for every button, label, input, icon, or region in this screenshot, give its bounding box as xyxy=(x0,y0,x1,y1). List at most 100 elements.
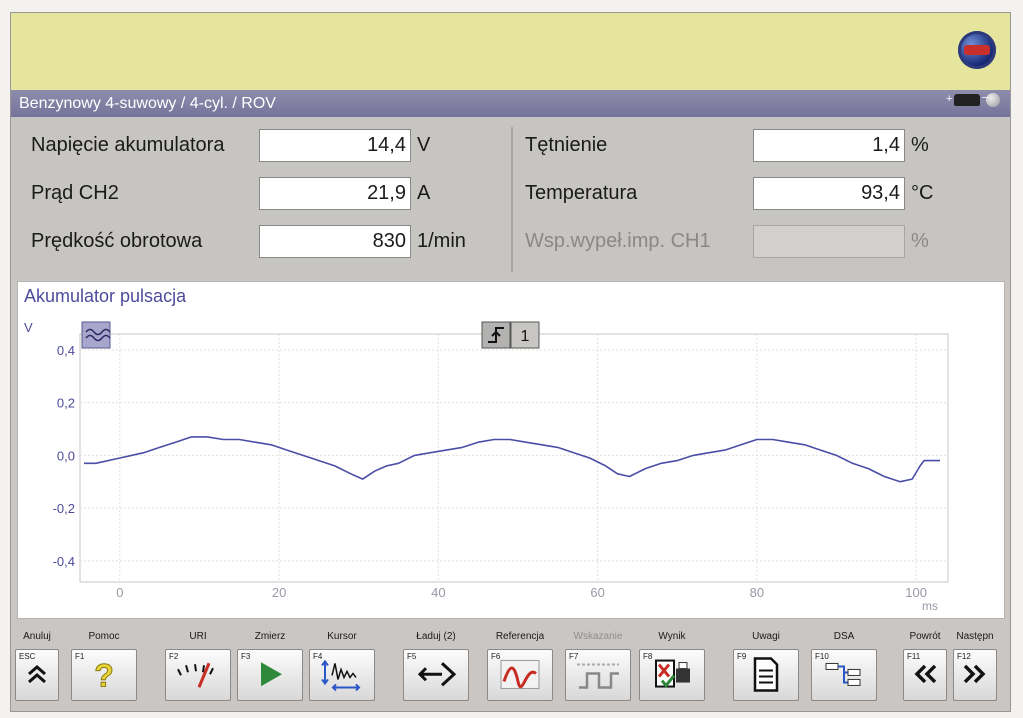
fkey-f7: Wskazanie F7 xyxy=(565,625,631,705)
y-tick-label: 0,4 xyxy=(57,343,75,358)
x-tick-label: 20 xyxy=(272,585,286,600)
vehicle-info-bar: Benzynowy 4-suwowy / 4-cyl. / ROV xyxy=(11,85,1010,117)
measurement-value: 1,4 xyxy=(753,128,905,162)
fkey-f9: Uwagi F9 xyxy=(733,625,799,705)
measurement-row: Prędkość obrotowa 830 1/min xyxy=(11,223,466,259)
f3-button[interactable]: F3 xyxy=(237,649,303,701)
fkey-label: URI xyxy=(189,631,207,642)
svg-text:?: ? xyxy=(94,657,114,691)
fkey-f5: Ładuj (2) F5 xyxy=(403,625,469,705)
f5-button[interactable]: F5 xyxy=(403,649,469,701)
measurement-label: Prąd CH2 xyxy=(31,181,119,204)
measurement-label: Tętnienie xyxy=(525,133,608,156)
esc-button[interactable]: ESC xyxy=(15,649,59,701)
square-wave-icon xyxy=(573,657,623,696)
fkey-shortcut: F1 xyxy=(75,652,85,661)
gauge-needle-icon xyxy=(173,659,223,694)
x-tick-label: 0 xyxy=(116,585,123,600)
measurement-label: Wsp.wypeł.imp. CH1 xyxy=(525,229,711,252)
play-icon xyxy=(255,659,285,694)
fkey-label: Pomoc xyxy=(88,631,120,642)
fkey-f3: Zmierz F3 xyxy=(237,625,303,705)
x-axis-label: ms xyxy=(922,599,938,613)
measurement-value xyxy=(753,224,905,258)
measurement-unit: 1/min xyxy=(417,229,466,252)
fkey-label: Referencja xyxy=(495,631,545,642)
application-window: Benzynowy 4-suwowy / 4-cyl. / ROV Napięc… xyxy=(10,12,1011,712)
vehicle-info-title: Benzynowy 4-suwowy / 4-cyl. / ROV xyxy=(19,95,276,112)
measurement-unit: % xyxy=(911,133,929,156)
measurement-panel: Napięcie akumulatora 14,4 V Prąd CH2 21,… xyxy=(11,117,1010,280)
measurement-unit: °C xyxy=(911,181,934,204)
measurement-value: 93,4 xyxy=(753,176,905,210)
measurement-value: 830 xyxy=(259,224,411,258)
measurement-value: 21,9 xyxy=(259,176,411,210)
system-status xyxy=(946,85,1000,113)
double-chevron-up-icon xyxy=(25,662,49,691)
fkey-label: Powrót xyxy=(909,631,941,642)
x-tick-label: 100 xyxy=(905,585,927,600)
waveform-chart: 0,4 0,2 0,0 -0,2 -0,4 0 20 40 60 80 100 Vms 1 xyxy=(24,320,949,613)
fkey-label: Anuluj xyxy=(23,631,51,642)
y-tick-label: -0,4 xyxy=(53,554,75,569)
channel-badge-label: 1 xyxy=(521,328,530,345)
measurement-row: Napięcie akumulatora 14,4 V xyxy=(11,127,430,163)
f11-button[interactable]: F11 xyxy=(903,649,947,701)
fkey-label: Wskazanie xyxy=(573,631,623,642)
y-tick-label: 0,0 xyxy=(57,448,75,463)
y-tick-label: 0,2 xyxy=(57,396,75,411)
fkey-f2: URI F2 xyxy=(165,625,231,705)
fkey-label: DSA xyxy=(833,631,855,642)
fkey-esc: Anuluj ESC xyxy=(15,625,59,705)
measurement-row: Prąd CH2 21,9 A xyxy=(11,175,430,211)
fkey-label: Zmierz xyxy=(254,631,286,642)
f1-button[interactable]: F1? xyxy=(71,649,137,701)
dsa-tree-icon xyxy=(822,657,866,696)
question-mark-icon: ? xyxy=(90,657,118,696)
plot-area xyxy=(79,333,949,583)
y-axis-label: V xyxy=(24,320,33,335)
top-banner xyxy=(11,13,1010,90)
measurement-label: Napięcie akumulatora xyxy=(31,133,225,156)
fkey-f10: DSA F10 xyxy=(811,625,877,705)
fkey-f12: Następn F12 xyxy=(953,625,997,705)
fkey-f1: Pomoc F1? xyxy=(71,625,137,705)
fkey-f8: Wynik F8 xyxy=(639,625,705,705)
x-tick-label: 60 xyxy=(590,585,604,600)
reference-wave-icon xyxy=(498,657,542,696)
function-key-bar: Anuluj ESC Pomoc F1? URI F2 Zmierz F3 Kursor F4 Ła… xyxy=(11,625,1010,711)
measurement-label: Prędkość obrotowa xyxy=(31,229,203,252)
status-led-icon xyxy=(986,93,1000,107)
fkey-label: Kursor xyxy=(327,631,357,642)
fkey-shortcut: F11 xyxy=(907,652,921,661)
f6-button[interactable]: F6 xyxy=(487,649,553,701)
y-tick-label: -0,2 xyxy=(53,501,75,516)
double-chevron-right-icon xyxy=(961,662,989,691)
measurement-unit: A xyxy=(417,181,431,204)
x-tick-label: 40 xyxy=(431,585,445,600)
f7-button: F7 xyxy=(565,649,631,701)
f8-button[interactable]: F8 xyxy=(639,649,705,701)
f9-button[interactable]: F9 xyxy=(733,649,799,701)
fkey-f4: Kursor F4 xyxy=(309,625,375,705)
fkey-f6: Referencja F6 xyxy=(487,625,553,705)
waveform-cursor-icon xyxy=(320,657,364,696)
fkey-shortcut: ESC xyxy=(19,652,36,661)
battery-connection-icon xyxy=(946,85,988,113)
fkey-shortcut: F9 xyxy=(737,652,747,661)
load-arrow-icon xyxy=(414,659,458,694)
fkey-f11: Powrót F11 xyxy=(903,625,947,705)
measurement-label: Temperatura xyxy=(525,181,638,204)
measurement-row: Temperatura 93,4 °C xyxy=(505,175,933,211)
measurement-unit: % xyxy=(911,229,929,252)
measurement-row: Tętnienie 1,4 % xyxy=(505,127,929,163)
measurement-row-disabled: Wsp.wypeł.imp. CH1 % xyxy=(505,223,929,259)
f2-button[interactable]: F2 xyxy=(165,649,231,701)
f10-button[interactable]: F10 xyxy=(811,649,877,701)
f12-button[interactable]: F12 xyxy=(953,649,997,701)
bosch-logo-icon xyxy=(958,31,996,69)
fkey-label: Wynik xyxy=(658,631,686,642)
f4-button[interactable]: F4 xyxy=(309,649,375,701)
double-chevron-left-icon xyxy=(911,662,939,691)
x-tick-label: 80 xyxy=(750,585,764,600)
